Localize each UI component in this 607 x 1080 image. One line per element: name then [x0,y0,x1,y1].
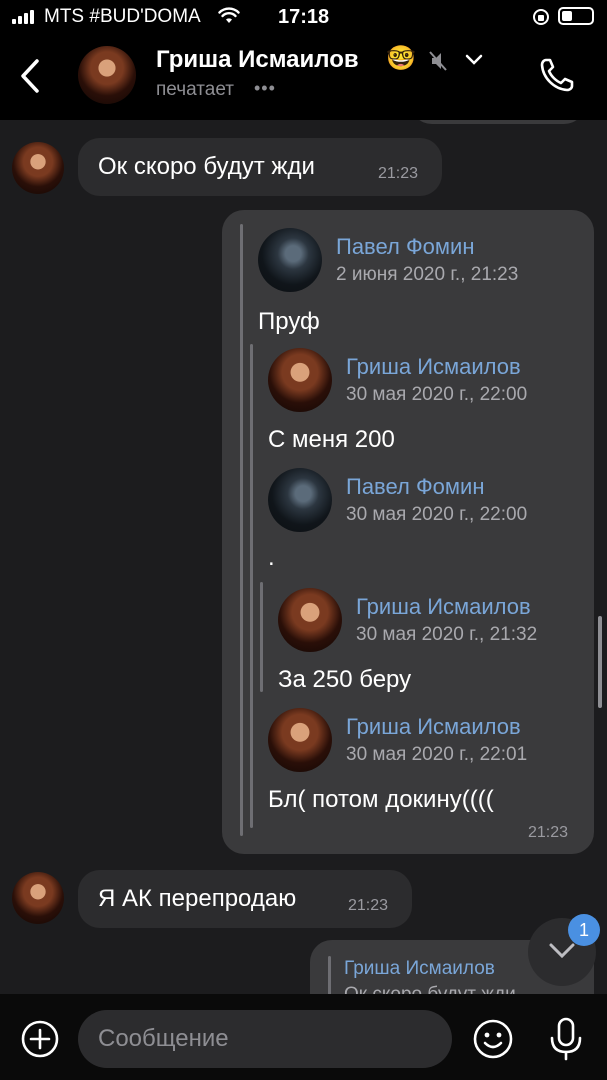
reply-sender: Гриша Исмаилов [344,958,495,979]
attach-icon[interactable] [20,1019,60,1059]
forward-date: 30 мая 2020 г., 21:32 [356,624,538,645]
scrollbar[interactable] [598,616,602,708]
forward-avatar [268,348,332,412]
typing-status: печатает [156,79,234,100]
wifi-icon [218,7,240,23]
mute-icon [429,51,447,71]
reply-preview: Ок скоро будут жди [344,984,516,994]
forward-avatar [258,228,322,292]
contact-avatar[interactable] [78,46,136,104]
carrier-label: MTS #BUD'DOMA [44,6,201,27]
previous-message-bubble [410,120,586,124]
forward-avatar [278,588,342,652]
forward-sender[interactable]: Гриша Исмаилов [346,354,521,380]
unread-badge: 1 [568,914,600,946]
forward-avatar [268,708,332,772]
message-text: Я АК перепродаю [98,885,297,912]
battery-icon [558,7,594,25]
signal-icon [12,10,38,24]
incoming-message[interactable]: Ок скоро будут жди 21:23 [78,138,442,196]
microphone-icon[interactable] [548,1016,584,1062]
emoji-icon[interactable] [472,1018,514,1060]
chat-area[interactable]: Ок скоро будут жди 21:23 Павел Фомин 2 и… [0,120,607,994]
sender-avatar[interactable] [12,142,64,194]
forward-sender[interactable]: Гриша Исмаилов [346,714,521,740]
chevron-down-icon [549,943,575,959]
forward-text: . [268,544,275,571]
forward-text: Пруф [258,308,320,335]
message-input[interactable]: Сообщение [78,1010,452,1068]
forward-date: 30 мая 2020 г., 22:00 [346,504,528,525]
status-bar: MTS #BUD'DOMA 17:18 [0,0,607,36]
message-time: 21:23 [348,897,389,914]
back-icon[interactable] [18,58,42,94]
message-text: Ок скоро будут жди [98,153,315,180]
contact-name[interactable]: Гриша Исмаилов [156,46,359,74]
forward-avatar [268,468,332,532]
quote-line [240,224,243,836]
clock: 17:18 [278,6,330,28]
incoming-message[interactable]: Я АК перепродаю 21:23 [78,870,412,928]
typing-dots: ••• [254,78,276,98]
quote-line [328,956,331,994]
orientation-lock-icon [533,9,549,25]
quote-line [260,582,263,692]
forward-sender[interactable]: Гриша Исмаилов [356,594,531,620]
forward-date: 2 июня 2020 г., 21:23 [336,264,519,285]
contact-emoji: 🤓 [386,45,416,72]
forward-sender[interactable]: Павел Фомин [346,474,484,500]
forwarded-message[interactable]: Павел Фомин 2 июня 2020 г., 21:23 Пруф Г… [222,210,594,854]
sender-avatar[interactable] [12,872,64,924]
message-time: 21:23 [528,824,569,841]
forward-text: С меня 200 [268,426,395,453]
quote-line [250,462,253,592]
forward-date: 30 мая 2020 г., 22:00 [346,384,528,405]
chat-header: Гриша Исмаилов 🤓 печатает ••• [0,36,607,120]
forward-text: За 250 беру [278,666,412,693]
forward-sender[interactable]: Павел Фомин [336,234,474,260]
forward-date: 30 мая 2020 г., 22:01 [346,744,528,765]
call-icon[interactable] [538,56,576,94]
forward-text: Бл( потом докину(((( [268,786,494,813]
message-time: 21:23 [378,165,419,182]
chevron-down-icon[interactable] [465,54,483,66]
